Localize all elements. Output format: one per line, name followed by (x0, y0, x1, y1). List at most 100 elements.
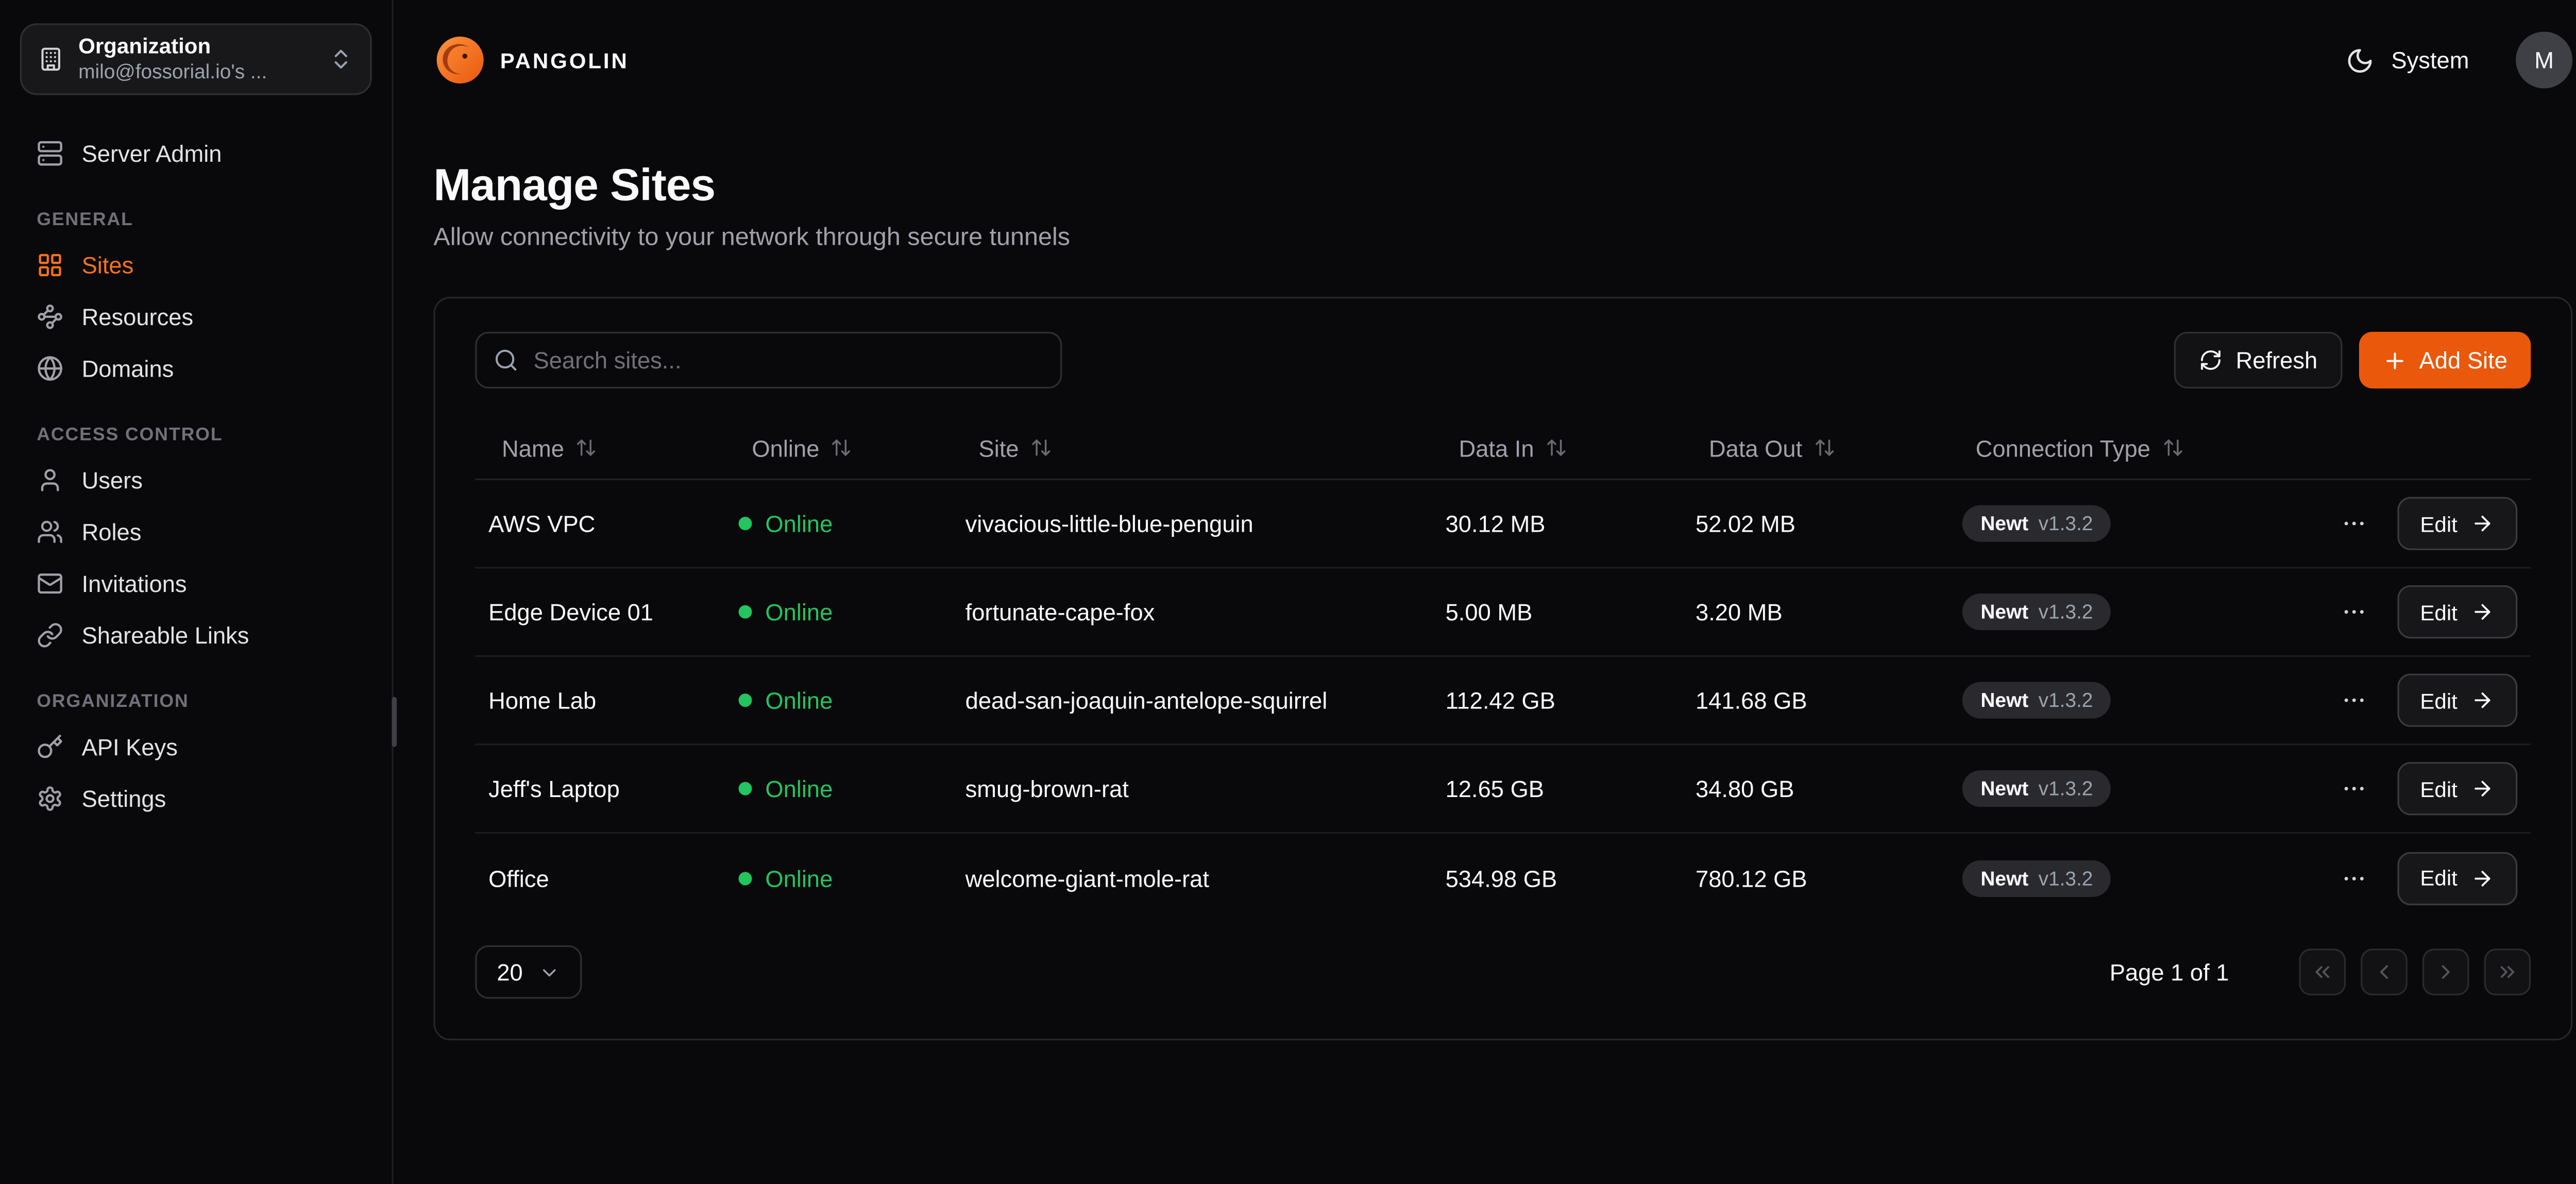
sites-table: Name Online Site Data In (475, 417, 2531, 922)
page-size-value: 20 (497, 959, 522, 986)
next-page-button[interactable] (2422, 949, 2469, 995)
connection-type-name: Newt (1980, 688, 2028, 712)
cell-data-in: 534.98 GB (1432, 865, 1682, 891)
previous-page-button[interactable] (2361, 949, 2408, 995)
sidebar-item-domains[interactable]: Domains (20, 344, 372, 394)
brand: PANGOLIN (435, 35, 629, 85)
avatar-initial: M (2534, 47, 2554, 74)
column-header-online[interactable]: Online (725, 434, 952, 461)
cell-data-out: 141.68 GB (1682, 687, 1949, 714)
connection-type-badge: Newt v1.3.2 (1962, 594, 2111, 630)
sidebar-scrollbar-thumb[interactable] (392, 697, 397, 747)
edit-button[interactable]: Edit (2397, 585, 2517, 639)
row-menu-button[interactable] (2333, 680, 2374, 720)
column-label: Data In (1459, 434, 1534, 461)
cell-site: dead-san-joaquin-antelope-squirrel (952, 687, 1432, 714)
chevrons-left-icon (2311, 960, 2334, 984)
cell-data-in: 112.42 GB (1432, 687, 1682, 714)
edit-button[interactable]: Edit (2397, 673, 2517, 727)
column-header-data-out[interactable]: Data Out (1682, 434, 1949, 461)
key-icon (37, 734, 63, 760)
table-header-row: Name Online Site Data In (475, 417, 2531, 480)
search-wrap (475, 332, 1062, 388)
edit-button[interactable]: Edit (2397, 497, 2517, 550)
sites-toolbar: Refresh Add Site (475, 332, 2531, 388)
org-selector[interactable]: Organization milo@fossorial.io's ... (20, 23, 372, 95)
sidebar: Organization milo@fossorial.io's ... Ser… (0, 0, 394, 1184)
sidebar-item-settings[interactable]: Settings (20, 774, 372, 824)
row-menu-button[interactable] (2333, 503, 2374, 544)
column-header-name[interactable]: Name (475, 434, 725, 461)
sidebar-item-server-admin[interactable]: Server Admin (20, 128, 372, 178)
column-header-data-in[interactable]: Data In (1432, 434, 1682, 461)
sidebar-item-resources[interactable]: Resources (20, 292, 372, 342)
connection-type-badge: Newt v1.3.2 (1962, 505, 2111, 542)
arrow-right-icon (2471, 866, 2494, 889)
sidebar-item-users[interactable]: Users (20, 455, 372, 505)
sidebar-item-sites[interactable]: Sites (20, 240, 372, 290)
edit-button[interactable]: Edit (2397, 851, 2517, 905)
chevron-left-icon (2372, 960, 2396, 984)
connection-type-version: v1.3.2 (2039, 777, 2093, 800)
chevron-down-icon (538, 961, 560, 983)
sidebar-item-label: Sites (82, 252, 134, 279)
sidebar-item-label: Shareable Links (82, 622, 249, 649)
user-avatar[interactable]: M (2516, 31, 2572, 88)
add-site-button[interactable]: Add Site (2359, 332, 2531, 388)
sidebar-item-shareable-links[interactable]: Shareable Links (20, 610, 372, 660)
search-input[interactable] (475, 332, 1062, 388)
cell-connection-type: Newt v1.3.2 (1949, 682, 2266, 719)
connection-type-badge: Newt v1.3.2 (1962, 770, 2111, 807)
section-heading-general: GENERAL (37, 210, 355, 230)
cell-connection-type: Newt v1.3.2 (1949, 594, 2266, 630)
cell-data-out: 52.02 MB (1682, 510, 1949, 537)
sort-icon (1546, 437, 1567, 459)
refresh-button[interactable]: Refresh (2174, 332, 2343, 388)
first-page-button[interactable] (2299, 949, 2346, 995)
online-status-label: Online (765, 775, 833, 802)
brand-name: PANGOLIN (500, 47, 629, 73)
sidebar-item-api-keys[interactable]: API Keys (20, 722, 372, 772)
online-status-dot (739, 517, 752, 530)
add-site-label: Add Site (2419, 347, 2507, 374)
column-header-site[interactable]: Site (952, 434, 1432, 461)
row-menu-button[interactable] (2333, 592, 2374, 632)
sort-icon (1030, 437, 1052, 459)
column-header-connection-type[interactable]: Connection Type (1949, 434, 2266, 461)
org-selector-title: Organization (78, 32, 313, 60)
table-row: Office Online welcome-giant-mole-rat 534… (475, 834, 2531, 922)
page-size-select[interactable]: 20 (475, 945, 581, 999)
cell-online: Online (725, 510, 952, 537)
refresh-icon (2199, 348, 2222, 371)
row-menu-button[interactable] (2333, 769, 2374, 809)
sidebar-item-invitations[interactable]: Invitations (20, 559, 372, 608)
sidebar-item-roles[interactable]: Roles (20, 507, 372, 557)
sort-icon (831, 437, 853, 459)
cell-online: Online (725, 865, 952, 891)
sort-icon (576, 437, 598, 459)
top-bar-right: System M (2346, 31, 2572, 88)
org-selector-subtitle: milo@fossorial.io's ... (78, 60, 313, 86)
cell-site: smug-brown-rat (952, 775, 1432, 802)
chevrons-up-down-icon (328, 47, 353, 72)
last-page-button[interactable] (2484, 949, 2531, 995)
cell-actions: Edit (2266, 585, 2531, 639)
arrow-right-icon (2471, 777, 2494, 800)
edit-button[interactable]: Edit (2397, 762, 2517, 816)
org-selector-text: Organization milo@fossorial.io's ... (78, 32, 313, 86)
cell-actions: Edit (2266, 851, 2531, 905)
row-menu-button[interactable] (2333, 858, 2374, 898)
main-area: PANGOLIN System M Manage Sites Allow con… (394, 0, 2576, 1184)
theme-toggle-button[interactable]: System (2346, 46, 2469, 74)
cell-site: fortunate-cape-fox (952, 599, 1432, 625)
link-icon (37, 622, 63, 649)
connection-type-name: Newt (1980, 777, 2028, 800)
cell-name: Home Lab (475, 687, 725, 714)
sidebar-item-label: Invitations (82, 570, 187, 597)
connection-type-version: v1.3.2 (2039, 600, 2093, 623)
page-indicator: Page 1 of 1 (2110, 959, 2229, 986)
cell-data-in: 12.65 GB (1432, 775, 1682, 802)
sidebar-item-label: Users (82, 467, 143, 494)
arrow-right-icon (2471, 600, 2494, 623)
cell-data-out: 34.80 GB (1682, 775, 1949, 802)
